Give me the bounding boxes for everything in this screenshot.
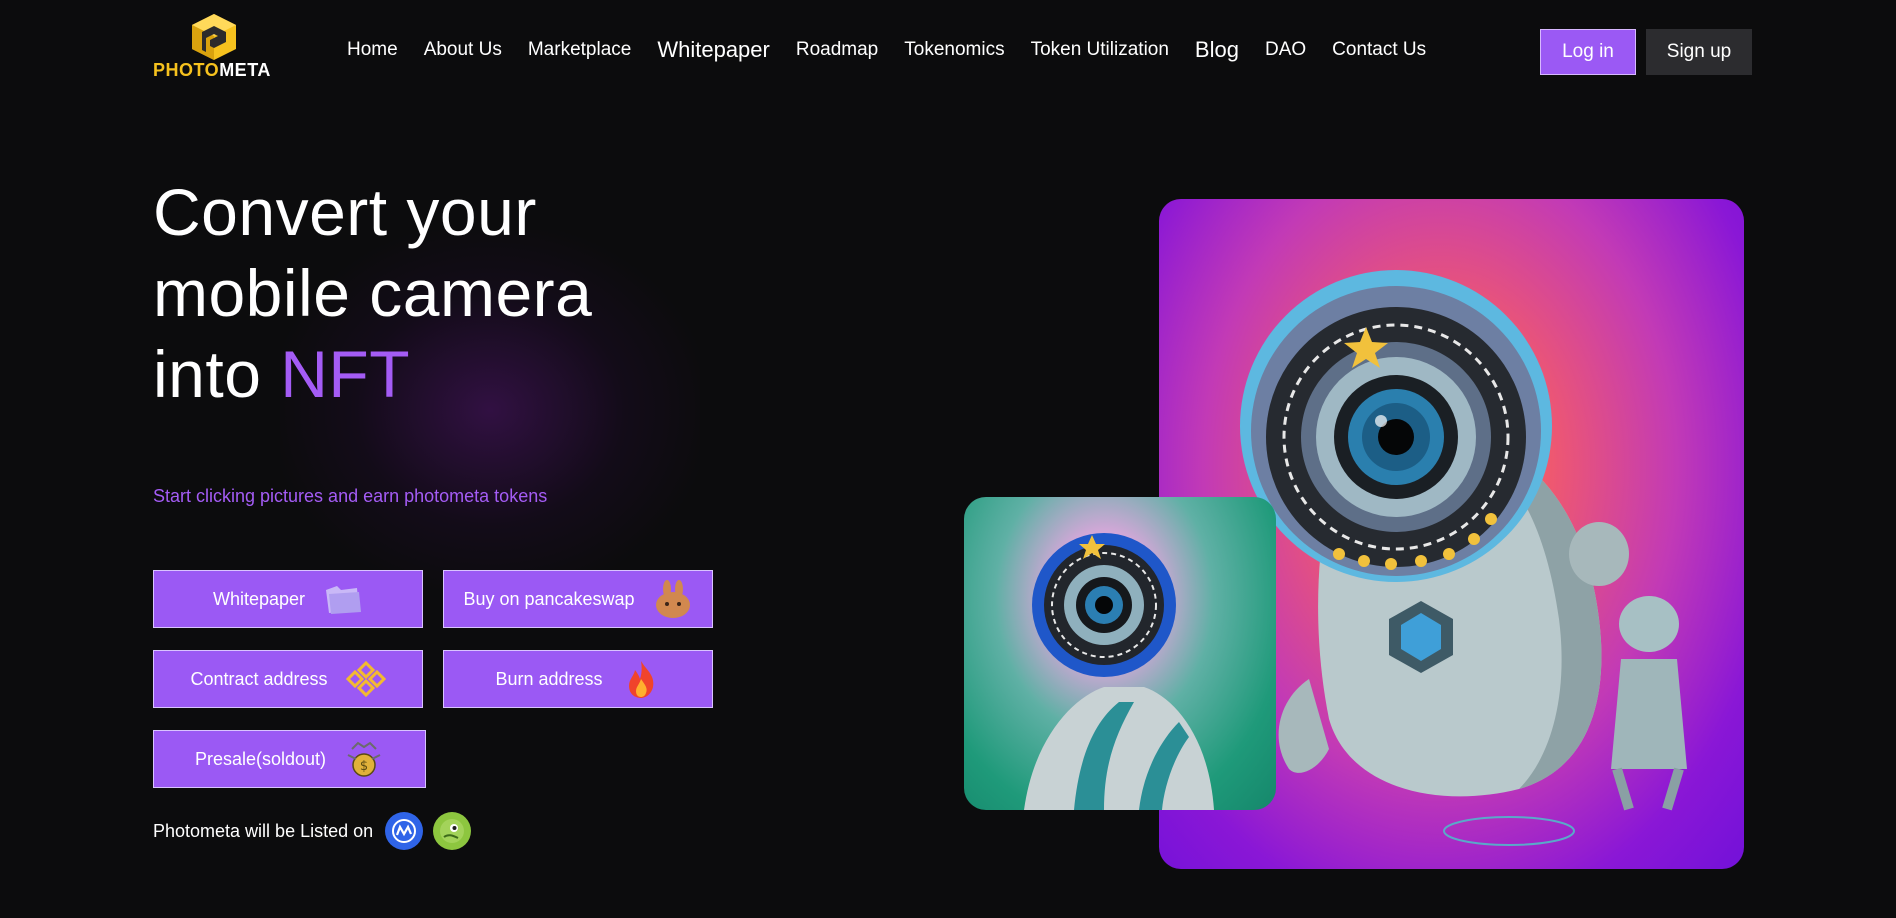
nav-dao[interactable]: DAO bbox=[1265, 38, 1306, 62]
presale-label: Presale(soldout) bbox=[194, 748, 327, 769]
binance-icon bbox=[345, 659, 386, 699]
whitepaper-button[interactable]: Whitepaper bbox=[153, 570, 423, 628]
nav-whitepaper[interactable]: Whitepaper bbox=[657, 38, 770, 62]
contract-address-label: Contract address bbox=[190, 668, 328, 689]
nav-home[interactable]: Home bbox=[347, 38, 398, 62]
logo-text-accent: PHOTO bbox=[153, 60, 220, 80]
folder-icon bbox=[323, 579, 363, 619]
buy-pancakeswap-button[interactable]: Buy on pancakeswap bbox=[443, 570, 713, 628]
coinmarketcap-icon[interactable] bbox=[385, 812, 424, 850]
svg-text:$: $ bbox=[360, 759, 368, 774]
burn-address-button[interactable]: Burn address bbox=[443, 650, 713, 708]
hero-headline: Convert your mobile camera into NFT bbox=[153, 172, 592, 415]
logo-text: PHOTOMETA bbox=[153, 60, 271, 81]
coingecko-icon[interactable] bbox=[433, 812, 472, 850]
fire-icon bbox=[621, 659, 661, 699]
contract-address-button[interactable]: Contract address bbox=[153, 650, 423, 708]
money-bag-icon: $ bbox=[344, 739, 384, 779]
nav-about-us[interactable]: About Us bbox=[424, 38, 502, 62]
presale-button[interactable]: Presale(soldout) $ bbox=[153, 730, 426, 788]
whitepaper-button-label: Whitepaper bbox=[212, 588, 306, 609]
nav-tokenomics[interactable]: Tokenomics bbox=[904, 38, 1004, 62]
nav-token-utilization[interactable]: Token Utilization bbox=[1031, 38, 1169, 62]
logo[interactable]: PHOTOMETA bbox=[153, 12, 278, 80]
cyborg-illustration bbox=[1024, 533, 1214, 810]
nav-marketplace[interactable]: Marketplace bbox=[528, 38, 632, 62]
logo-cube-icon bbox=[192, 14, 236, 60]
main-nav: Home About Us Marketplace Whitepaper Roa… bbox=[347, 38, 1452, 62]
headline-line-2: mobile camera bbox=[153, 256, 593, 330]
listed-on: Photometa will be Listed on bbox=[153, 812, 481, 850]
buy-pancakeswap-label: Buy on pancakeswap bbox=[463, 588, 635, 609]
nav-contact-us[interactable]: Contact Us bbox=[1332, 38, 1426, 62]
headline-accent: NFT bbox=[280, 337, 411, 411]
nav-blog[interactable]: Blog bbox=[1195, 38, 1239, 62]
signup-button[interactable]: Sign up bbox=[1646, 29, 1752, 75]
headline-line-1: Convert your bbox=[153, 175, 537, 249]
listed-on-label: Photometa will be Listed on bbox=[153, 820, 374, 841]
logo-text-main: META bbox=[219, 60, 271, 80]
nav-roadmap[interactable]: Roadmap bbox=[796, 38, 878, 62]
cyborg-nft-artwork bbox=[964, 497, 1276, 810]
login-button[interactable]: Log in bbox=[1540, 29, 1636, 75]
hero-subtitle: Start clicking pictures and earn photome… bbox=[153, 486, 548, 506]
pancakeswap-bunny-icon bbox=[653, 579, 693, 619]
headline-line-3: into bbox=[153, 337, 262, 411]
burn-address-label: Burn address bbox=[495, 668, 603, 689]
